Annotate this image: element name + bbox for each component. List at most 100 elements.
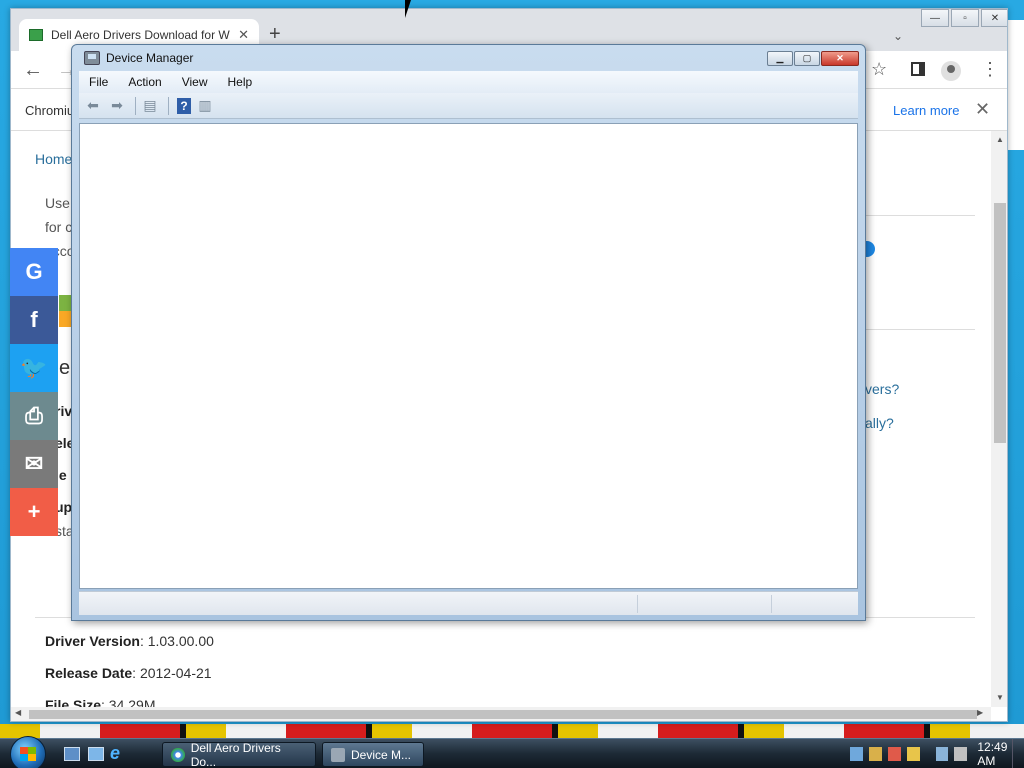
vertical-scrollbar[interactable]: ▲ ▼ xyxy=(991,131,1007,707)
switch-windows-icon[interactable] xyxy=(88,747,104,761)
windows-logo-icon xyxy=(20,747,36,761)
email-icon: ✉ xyxy=(24,451,44,476)
status-bar xyxy=(79,591,858,615)
horizontal-scrollbar[interactable]: ◀ ▶ xyxy=(11,707,991,721)
menu-bar: File Action View Help xyxy=(79,71,858,93)
scrollbar-thumb[interactable] xyxy=(994,203,1006,443)
scroll-down-arrow-icon[interactable]: ▼ xyxy=(996,693,1004,702)
device-manager-icon xyxy=(331,747,345,762)
kebab-menu-icon[interactable]: ⋮ xyxy=(981,59,999,80)
infobar-close-icon[interactable]: ✕ xyxy=(975,99,990,120)
taskbar-button-label: Dell Aero Drivers Do... xyxy=(190,740,281,768)
bookmark-star-icon[interactable]: ☆ xyxy=(871,59,887,80)
scroll-left-arrow-icon[interactable]: ◀ xyxy=(15,708,21,717)
show-hide-console-tree-icon[interactable]: ▤ xyxy=(140,97,160,115)
window-title: Device Manager xyxy=(106,51,194,65)
twitter-share-button[interactable]: 🐦 xyxy=(10,344,58,392)
site-favicon-icon xyxy=(29,29,43,41)
release-date-row: Release Date: 2012-04-21 xyxy=(45,665,212,681)
tray-app-icon[interactable] xyxy=(887,747,901,761)
desktop-wallpaper-art xyxy=(1006,20,1024,150)
learn-more-link[interactable]: Learn more xyxy=(893,103,959,118)
driver-version-value: : 1.03.00.00 xyxy=(139,633,214,649)
release-date-label: Release Date xyxy=(45,665,133,681)
help-icon[interactable]: ? xyxy=(177,97,191,114)
tab-title: Dell Aero Drivers Download for W xyxy=(51,28,230,42)
internet-explorer-icon[interactable]: e xyxy=(110,743,126,763)
tab-search-chevron-icon[interactable]: ⌄ xyxy=(893,29,903,43)
print-icon: ⎙ xyxy=(25,403,43,428)
menu-action[interactable]: Action xyxy=(118,75,171,89)
network-icon[interactable] xyxy=(850,747,863,761)
paragraph-line: Use xyxy=(45,195,70,211)
status-separator xyxy=(771,595,772,613)
tray-app-icon[interactable] xyxy=(868,747,882,761)
driver-version-label: Driver Version xyxy=(45,633,140,649)
file-size-label: File Size xyxy=(45,697,102,707)
show-desktop-icon[interactable] xyxy=(64,747,80,761)
more-share-button[interactable]: + xyxy=(10,488,58,536)
minimize-button[interactable]: ▁ xyxy=(767,51,793,66)
show-desktop-button[interactable] xyxy=(1012,739,1024,768)
paragraph-line: for c xyxy=(45,219,73,235)
close-button[interactable]: ✕ xyxy=(981,9,1007,27)
profile-avatar-icon[interactable] xyxy=(941,61,961,81)
google-share-button[interactable]: G xyxy=(10,248,58,296)
infobar-text: Chromiu xyxy=(25,103,75,118)
windows-logo-tile xyxy=(59,295,71,311)
windows-logo-tile xyxy=(59,311,71,327)
toolbar-separator xyxy=(168,96,169,115)
taskbar-button-label: Device M... xyxy=(351,747,412,762)
taskbar-button-device-manager[interactable]: Device M... xyxy=(322,742,424,767)
toolbar-separator xyxy=(135,96,136,115)
start-button[interactable] xyxy=(10,736,46,768)
properties-pane-icon[interactable]: ▥ xyxy=(195,97,215,115)
back-arrow-icon[interactable]: ⬅ xyxy=(83,97,103,115)
minimize-button[interactable]: — xyxy=(921,9,949,27)
maximize-button[interactable]: ▫ xyxy=(951,9,979,27)
menu-help[interactable]: Help xyxy=(218,75,263,89)
scroll-right-arrow-icon[interactable]: ▶ xyxy=(977,708,983,717)
taskbar-button-browser[interactable]: Dell Aero Drivers Do... xyxy=(162,740,316,768)
system-tray: 12:49 AM xyxy=(850,739,1024,768)
device-manager-titlebar[interactable]: Device Manager xyxy=(84,51,193,65)
device-tree-pane[interactable] xyxy=(79,123,858,589)
window-controls: ▁ ▢ ✕ xyxy=(766,51,859,66)
google-icon: G xyxy=(25,259,43,284)
divider xyxy=(865,215,975,216)
device-manager-toolbar: ⬅ ➡ ▤ ? ▥ xyxy=(79,93,858,119)
driver-version-row: Driver Version: 1.03.00.00 xyxy=(45,633,214,649)
forward-arrow-icon[interactable]: ➡ xyxy=(107,97,127,115)
file-size-row: File Size: 34.29M xyxy=(45,697,156,707)
divider xyxy=(865,329,975,330)
email-share-button[interactable]: ✉ xyxy=(10,440,58,488)
scroll-up-arrow-icon[interactable]: ▲ xyxy=(996,135,1004,144)
display-icon[interactable] xyxy=(935,747,949,761)
back-arrow-icon[interactable]: ← xyxy=(23,59,43,82)
new-tab-button[interactable]: + xyxy=(269,23,281,46)
close-button[interactable]: ✕ xyxy=(821,51,859,66)
tray-app-icon[interactable] xyxy=(906,747,920,761)
device-manager-icon xyxy=(84,51,100,65)
chrome-icon xyxy=(171,747,185,762)
twitter-icon: 🐦 xyxy=(20,355,48,380)
menu-file[interactable]: File xyxy=(79,75,118,89)
status-separator xyxy=(637,595,638,613)
file-size-value: : 34.29M xyxy=(101,697,156,707)
scrollbar-thumb[interactable] xyxy=(29,710,977,719)
volume-muted-icon[interactable] xyxy=(954,747,968,761)
taskbar: e Dell Aero Drivers Do... Device M... 12… xyxy=(0,736,1024,768)
facebook-share-button[interactable]: f xyxy=(10,296,58,344)
print-share-button[interactable]: ⎙ xyxy=(10,392,58,440)
maximize-button[interactable]: ▢ xyxy=(794,51,820,66)
plus-icon: + xyxy=(27,499,41,524)
tab-close-icon[interactable]: ✕ xyxy=(238,27,249,43)
faq-link[interactable]: vers? xyxy=(865,381,899,397)
device-manager-window: Device Manager ▁ ▢ ✕ File Action View He… xyxy=(71,44,866,621)
mouse-cursor xyxy=(405,0,411,18)
faq-link[interactable]: ally? xyxy=(865,415,894,431)
menu-view[interactable]: View xyxy=(172,75,218,89)
side-panel-icon[interactable] xyxy=(911,62,925,76)
social-share-bar: G f 🐦 ⎙ ✉ + xyxy=(10,248,58,536)
breadcrumb-home-link[interactable]: Home xyxy=(35,151,72,167)
